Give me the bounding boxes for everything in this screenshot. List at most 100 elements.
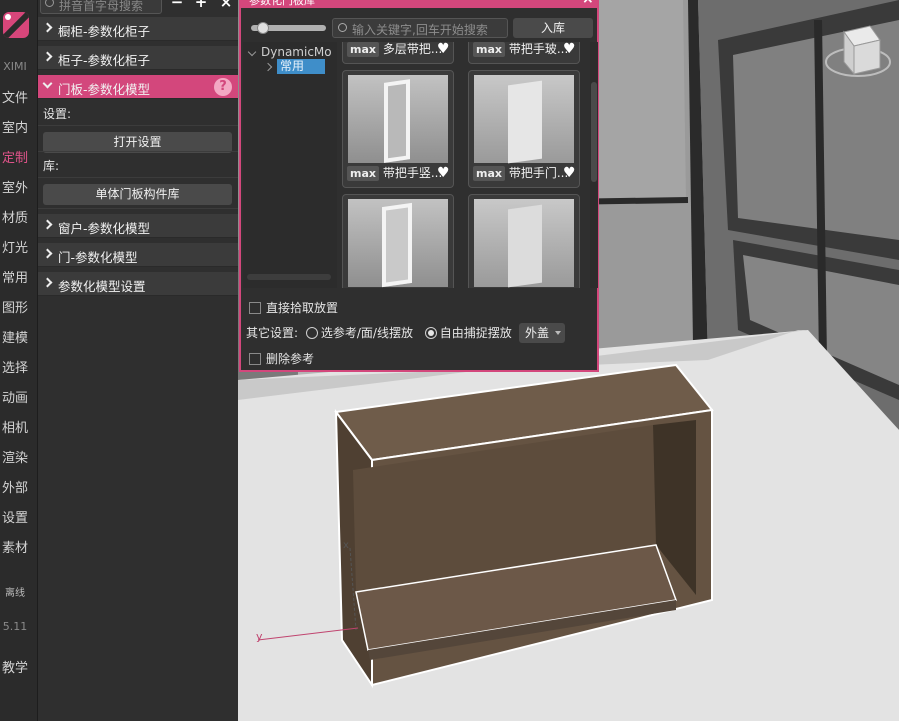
section-label: 门-参数化模型	[58, 250, 138, 265]
offline-status: 离线	[5, 588, 25, 599]
door-panel-library-button[interactable]: 单体门板构件库	[43, 184, 232, 205]
search-placeholder: 拼音首字母搜索	[59, 0, 144, 13]
section-door[interactable]: 门-参数化模型	[38, 243, 238, 267]
rail-item-common[interactable]: 常用	[0, 267, 30, 286]
section-label: 参数化模型设置	[58, 279, 146, 294]
axis-y-label: y	[256, 630, 263, 643]
rail-item-interior[interactable]: 室内	[0, 117, 30, 136]
divider	[38, 151, 238, 152]
rail-item-file[interactable]: 文件	[0, 87, 30, 106]
section-window[interactable]: 窗户-参数化模型	[38, 214, 238, 238]
card-name: 带把手竖...	[382, 166, 443, 180]
library-card[interactable]: max ♥	[468, 194, 580, 288]
tree-node-common[interactable]: 常用	[277, 59, 325, 74]
library-label: 库:	[43, 159, 60, 173]
section-parametric-settings[interactable]: 参数化模型设置	[38, 272, 238, 296]
favorite-heart-icon[interactable]: ♥	[563, 42, 577, 56]
rail-item-modeling[interactable]: 建模	[0, 327, 30, 346]
close-icon[interactable]: ×	[218, 0, 234, 11]
library-card[interactable]: max 带把手玻... ♥	[468, 42, 580, 64]
chevron-right-icon	[42, 51, 53, 62]
cover-type-dropdown[interactable]: 外盖	[519, 323, 565, 343]
favorite-heart-icon[interactable]: ♥	[437, 42, 451, 56]
section-cabinet[interactable]: 柜子-参数化柜子	[38, 46, 238, 70]
rail-item-exterior[interactable]: 室外	[0, 177, 30, 196]
tree-horizontal-scrollbar[interactable]	[247, 274, 331, 280]
collapse-all-button[interactable]: −	[169, 0, 185, 11]
divider	[38, 208, 238, 209]
max-badge: max	[347, 166, 379, 181]
collapse-arrow-icon[interactable]	[263, 62, 273, 72]
search-placeholder: 输入关键字,回车开始搜索	[352, 23, 488, 37]
card-thumbnail	[348, 75, 448, 163]
library-card[interactable]: max 带把手门... ♥	[468, 70, 580, 188]
direct-pick-checkbox[interactable]	[249, 302, 261, 314]
rail-item-animation[interactable]: 动画	[0, 387, 30, 406]
help-icon[interactable]: ?	[214, 78, 232, 96]
rail-item-graphics[interactable]: 图形	[0, 297, 30, 316]
left-icon-rail: XIMI 文件 室内 定制 室外 材质 灯光 常用 图形 建模 选择 动画 相机…	[0, 0, 38, 721]
card-thumbnail	[474, 75, 574, 164]
rail-item-custom[interactable]: 定制	[0, 147, 30, 166]
card-thumbnail	[348, 199, 448, 288]
rail-item-camera[interactable]: 相机	[0, 417, 30, 436]
rail-item-select[interactable]: 选择	[0, 357, 30, 376]
chevron-right-icon	[42, 22, 53, 33]
door-frame-drawing	[382, 202, 412, 288]
other-settings-label: 其它设置:	[246, 326, 299, 340]
other-settings-row: 其它设置: 选参考/面/线摆放 自由捕捉摆放	[246, 324, 512, 341]
caret-down-icon	[555, 331, 561, 335]
dialog-titlebar[interactable]: 参数化门板库 – ×	[241, 0, 597, 8]
expand-all-button[interactable]: +	[193, 0, 209, 11]
favorite-heart-icon[interactable]: ♥	[563, 166, 577, 180]
dialog-title: 参数化门板库	[249, 0, 315, 7]
door-frame-drawing	[384, 79, 410, 163]
favorite-heart-icon[interactable]: ♥	[437, 166, 451, 180]
rail-item-material[interactable]: 材质	[0, 207, 30, 226]
library-search-input[interactable]: 输入关键字,回车开始搜索	[332, 18, 508, 38]
tree-root-node[interactable]: DynamicMo	[261, 45, 332, 59]
open-settings-button[interactable]: 打开设置	[43, 132, 232, 153]
door-panel-library-dialog: 参数化门板库 – × 输入关键字,回车开始搜索 入库 DynamicMo 常用 …	[239, 0, 599, 372]
search-icon	[338, 23, 347, 32]
brand-label: XIMI	[3, 60, 27, 73]
radio-reference[interactable]	[305, 327, 318, 339]
radio-free-snap[interactable]	[424, 327, 437, 339]
pinyin-search-input[interactable]: 拼音首字母搜索	[40, 0, 162, 14]
library-card[interactable]: max 多层带把... ♥	[342, 42, 454, 64]
app-logo-icon[interactable]	[3, 12, 29, 38]
radio-free-snap-label[interactable]: 自由捕捉摆放	[440, 326, 512, 340]
minimize-icon[interactable]: –	[561, 0, 568, 7]
slider-handle[interactable]	[257, 22, 269, 34]
rail-item-assets[interactable]: 素材	[0, 537, 30, 556]
grid-vertical-scrollbar[interactable]	[590, 42, 598, 288]
direct-pick-checkbox-row[interactable]: 直接拾取放置	[249, 299, 338, 316]
delete-ref-checkbox[interactable]	[249, 353, 261, 365]
section-door-panel[interactable]: 门板-参数化模型 ?	[38, 75, 238, 99]
max-badge: max	[473, 166, 505, 181]
delete-ref-checkbox-row[interactable]: 删除参考	[249, 350, 314, 367]
direct-pick-label: 直接拾取放置	[266, 301, 339, 315]
section-cabinet-kitchen[interactable]: 橱柜-参数化柜子	[38, 17, 238, 41]
category-tree: DynamicMo 常用	[243, 42, 337, 288]
library-card[interactable]: max ♥	[342, 194, 454, 288]
library-card[interactable]: max 带把手竖... ♥	[342, 70, 454, 188]
rail-item-tutorial[interactable]: 教学	[0, 657, 30, 676]
rail-item-external[interactable]: 外部	[0, 477, 30, 496]
card-caption: max 带把手竖... ♥	[347, 166, 451, 184]
dropdown-value: 外盖	[525, 326, 550, 340]
rail-item-render[interactable]: 渲染	[0, 447, 30, 466]
settings-label: 设置:	[43, 107, 72, 121]
card-thumbnail	[474, 199, 574, 288]
rail-item-lighting[interactable]: 灯光	[0, 237, 30, 256]
rail-item-settings[interactable]: 设置	[0, 507, 30, 526]
card-caption: max 带把手玻... ♥	[473, 42, 577, 60]
expand-arrow-icon[interactable]	[247, 47, 257, 57]
close-icon[interactable]: ×	[582, 0, 594, 7]
chevron-down-icon	[42, 78, 53, 89]
section-label: 柜子-参数化柜子	[58, 53, 151, 68]
delete-ref-label: 删除参考	[266, 352, 315, 366]
scrollbar-thumb[interactable]	[591, 82, 597, 182]
radio-reference-label[interactable]: 选参考/面/线摆放	[321, 326, 413, 340]
import-button[interactable]: 入库	[513, 18, 593, 38]
